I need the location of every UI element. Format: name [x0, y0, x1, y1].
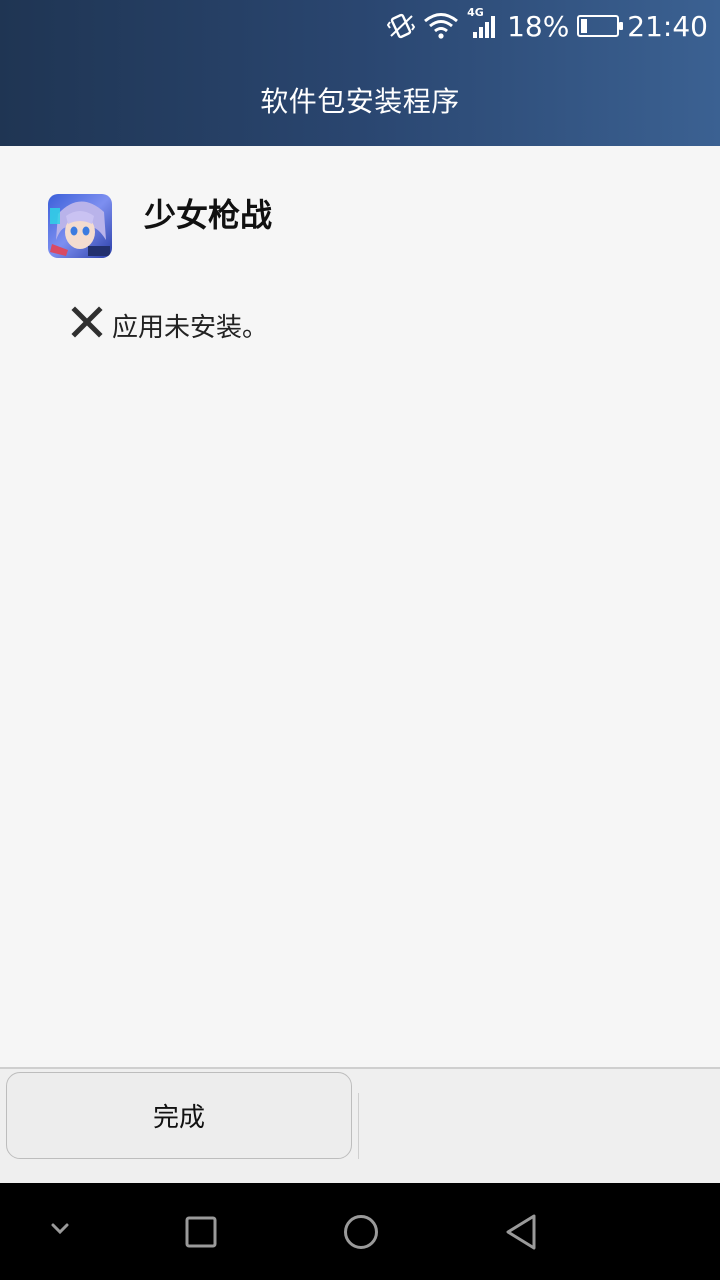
- done-button[interactable]: 完成: [6, 1072, 352, 1159]
- action-bar: 完成: [0, 1069, 720, 1183]
- button-separator: [358, 1093, 359, 1159]
- app-icon: [48, 194, 112, 258]
- status-icons: 4G 18% 21:40: [387, 6, 708, 44]
- battery-percent: 18%: [507, 9, 570, 43]
- wifi-icon: [423, 12, 459, 40]
- battery-icon: [577, 15, 624, 37]
- vibrate-icon: [387, 12, 416, 40]
- clock: 21:40: [627, 9, 708, 43]
- install-result: 应用未安装。: [70, 305, 268, 346]
- close-x-icon: [70, 305, 104, 346]
- app-name: 少女枪战: [144, 196, 273, 234]
- recent-apps-icon[interactable]: [184, 1215, 218, 1253]
- cell-signal-icon: 4G: [467, 6, 499, 40]
- chevron-down-icon[interactable]: [44, 1217, 76, 1245]
- network-type-label: 4G: [467, 6, 484, 19]
- navigation-bar: [0, 1183, 720, 1280]
- page-title: 软件包安装程序: [260, 85, 460, 118]
- back-icon[interactable]: [502, 1212, 540, 1256]
- home-icon[interactable]: [342, 1213, 380, 1255]
- app-info: 少女枪战: [48, 194, 272, 258]
- battery-fill: [581, 19, 588, 33]
- header: 4G 18% 21:40 软件包安装程序: [0, 0, 720, 146]
- install-result-message: 应用未安装。: [112, 313, 269, 343]
- status-bar: 4G 18% 21:40: [0, 0, 720, 52]
